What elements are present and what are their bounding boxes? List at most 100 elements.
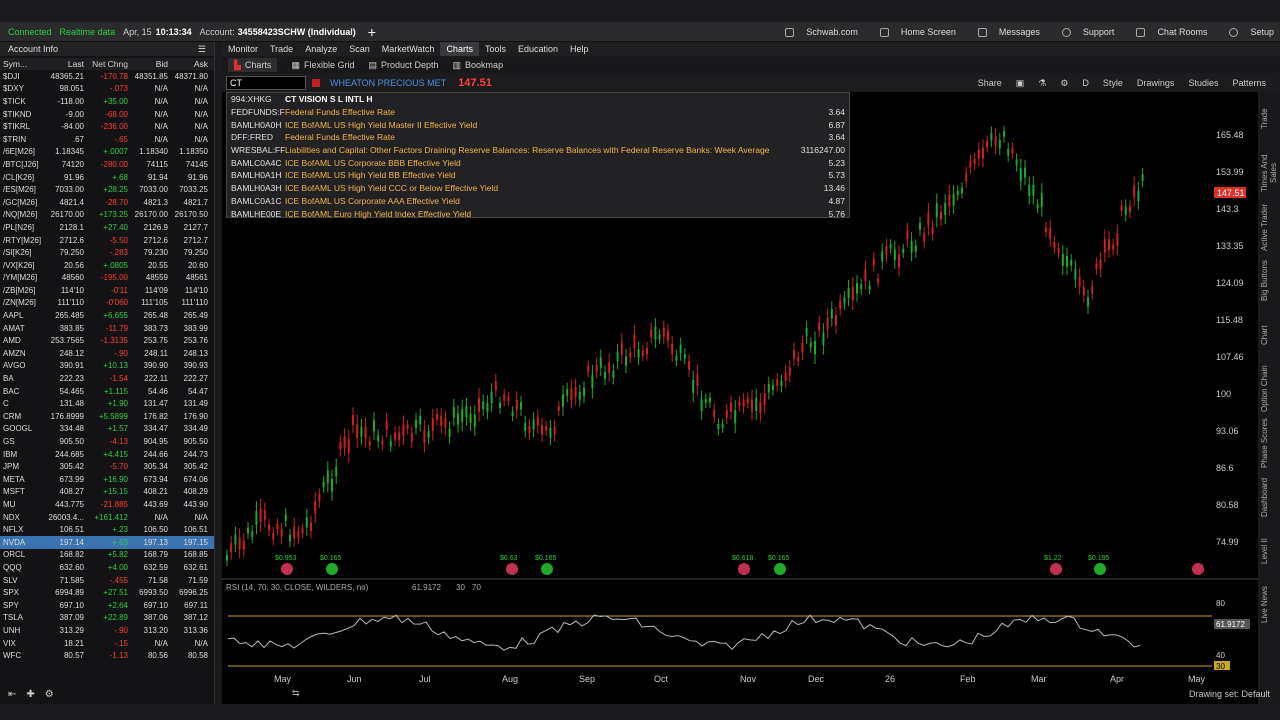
watchlist-row[interactable]: /PL[N26] 2128.1 +27.40 2126.9 2127.7 bbox=[0, 221, 214, 234]
menu-monitor[interactable]: Monitor bbox=[222, 42, 264, 56]
watchlist-row[interactable]: /VX[K26] 20.56 +.0805 20.55 20.60 bbox=[0, 259, 214, 272]
watchlist-row[interactable]: AMD 253.7565 -1.3135 253.75 253.76 bbox=[0, 334, 214, 347]
link-icon[interactable] bbox=[312, 79, 320, 87]
share-button[interactable]: Share bbox=[978, 78, 1002, 88]
watchlist-row[interactable]: /CL[K26] 91.96 +.68 91.94 91.96 bbox=[0, 171, 214, 184]
suggestion-row[interactable]: BAMLH0A1H ICE BofAML US High Yield BB Eff… bbox=[227, 169, 849, 182]
home-screen-link[interactable]: Home Screen bbox=[872, 27, 956, 37]
add-gadget-icon[interactable]: ✚ bbox=[26, 689, 34, 700]
schwab-link[interactable]: Schwab.com bbox=[777, 27, 858, 37]
suggestion-row[interactable]: BAMLH0A0H ICE BofAML US High Yield Master… bbox=[227, 118, 849, 131]
add-icon[interactable]: + bbox=[368, 24, 376, 40]
suggestion-row[interactable]: DFF:FRED Federal Funds Effective Rate 3.64 bbox=[227, 131, 849, 144]
support-link[interactable]: Support bbox=[1054, 27, 1114, 37]
watchlist-row[interactable]: ORCL 168.82 +5.82 168.79 168.85 bbox=[0, 549, 214, 562]
col-last[interactable]: Last bbox=[48, 59, 84, 69]
menu-help[interactable]: Help bbox=[564, 42, 595, 56]
rail-tab[interactable]: Dashboard bbox=[1260, 470, 1269, 524]
rail-tab[interactable]: Level II bbox=[1260, 524, 1269, 578]
rail-tab[interactable]: Phase Scores bbox=[1260, 416, 1269, 470]
rail-tab[interactable]: Live News bbox=[1260, 578, 1269, 632]
messages-link[interactable]: Messages bbox=[970, 27, 1040, 37]
rail-tab[interactable]: Trade bbox=[1260, 92, 1269, 146]
watchlist-row[interactable]: SPY 697.10 +2.64 697.10 697.11 bbox=[0, 599, 214, 612]
watchlist-row[interactable]: BAC 54.465 +1.115 54.46 54.47 bbox=[0, 385, 214, 398]
watchlist-row[interactable]: $TIKRL -84.00 -236.00 N/A N/A bbox=[0, 120, 214, 133]
account-info-header[interactable]: Account Info ☰ bbox=[0, 42, 214, 56]
watchlist-row[interactable]: /6E[M26] 1.18345 +.0007 1.18340 1.18350 bbox=[0, 146, 214, 159]
watchlist-row[interactable]: MU 443.775 -21.885 443.69 443.90 bbox=[0, 498, 214, 511]
suggestion-row[interactable]: FEDFUNDS:F Federal Funds Effective Rate 3.… bbox=[227, 106, 849, 119]
watchlist-row[interactable]: /ZN[M26] 111'110 -0'060 111'105 111'110 bbox=[0, 297, 214, 310]
chart-settings-icon[interactable]: ⚙ bbox=[1060, 78, 1068, 89]
tab-charts[interactable]: ▙ Charts bbox=[228, 58, 278, 72]
watchlist-row[interactable]: SPX 6994.89 +27.51 6993.50 6996.25 bbox=[0, 586, 214, 599]
watchlist-row[interactable]: NVDA 197.14 +.63 197.13 197.15 bbox=[0, 535, 214, 549]
watchlist-row[interactable]: NDX 26003.4... +161.412 N/A N/A bbox=[0, 511, 214, 524]
col-ask[interactable]: Ask bbox=[168, 59, 208, 69]
suggestion-row[interactable]: BAMLH0A3H ICE BofAML US High Yield CCC or… bbox=[227, 182, 849, 195]
scroll-icon[interactable]: ⇆ bbox=[292, 688, 300, 699]
rail-tab[interactable]: Chart bbox=[1260, 308, 1269, 362]
watchlist-row[interactable]: /NQ[M26] 26170.00 +173.25 26170.00 26170.50 bbox=[0, 209, 214, 222]
watchlist-row[interactable]: QQQ 632.60 +4.00 632.59 632.61 bbox=[0, 561, 214, 574]
symbol-input[interactable]: CT bbox=[226, 76, 306, 90]
watchlist-row[interactable]: VIX 18.21 -.15 N/A N/A bbox=[0, 637, 214, 650]
watchlist-row[interactable]: /ES[M26] 7033.00 +28.25 7033.00 7033.25 bbox=[0, 183, 214, 196]
tab-bookmap[interactable]: ▥ Bookmap bbox=[453, 60, 504, 71]
menu-analyze[interactable]: Analyze bbox=[299, 42, 343, 56]
camera-icon[interactable]: ▣ bbox=[1016, 78, 1025, 89]
watchlist-row[interactable]: UNH 313.29 -.90 313.20 313.36 bbox=[0, 624, 214, 637]
rail-tab[interactable]: Option Chain bbox=[1260, 362, 1269, 416]
watchlist-row[interactable]: AVGO 390.91 +10.13 390.90 390.93 bbox=[0, 360, 214, 373]
watchlist-row[interactable]: $TIKND -9.00 -68.00 N/A N/A bbox=[0, 108, 214, 121]
watchlist-row[interactable]: MSFT 408.27 +15.15 408.21 408.29 bbox=[0, 486, 214, 499]
period-select[interactable]: D bbox=[1082, 78, 1089, 88]
suggestion-row[interactable]: BAMLHE00E ICE BofAML Euro High Yield Inde… bbox=[227, 207, 849, 220]
drawing-set-label[interactable]: Drawing set: Default bbox=[1189, 689, 1270, 699]
menu-tools[interactable]: Tools bbox=[479, 42, 512, 56]
rail-tab[interactable]: Times And Sales bbox=[1260, 146, 1278, 200]
account-select[interactable]: 34558423SCHW (Individual) bbox=[238, 27, 356, 37]
watchlist-row[interactable]: $DXY 98.051 -.073 N/A N/A bbox=[0, 83, 214, 96]
style-menu[interactable]: Style bbox=[1103, 78, 1123, 88]
watchlist-row[interactable]: /GC[M26] 4821.4 -28.70 4821.3 4821.7 bbox=[0, 196, 214, 209]
setup-link[interactable]: Setup bbox=[1221, 27, 1274, 37]
drawings-menu[interactable]: Drawings bbox=[1137, 78, 1175, 88]
menu-trade[interactable]: Trade bbox=[264, 42, 299, 56]
watchlist-row[interactable]: CRM 176.8999 +5.5899 176.82 176.90 bbox=[0, 410, 214, 423]
menu-education[interactable]: Education bbox=[512, 42, 564, 56]
watchlist-row[interactable]: AMZN 248.12 -.90 248.11 248.13 bbox=[0, 347, 214, 360]
watchlist-row[interactable]: $TICK -118.00 +35.00 N/A N/A bbox=[0, 95, 214, 108]
menu-charts[interactable]: Charts bbox=[440, 42, 479, 56]
watchlist-row[interactable]: WFC 80.57 -1.13 80.56 80.58 bbox=[0, 649, 214, 662]
watchlist-row[interactable]: /RTY[M26] 2712.6 -5.50 2712.6 2712.7 bbox=[0, 234, 214, 247]
watchlist-row[interactable]: AAPL 265.485 +6.655 265.48 265.49 bbox=[0, 309, 214, 322]
watchlist-row[interactable]: META 673.99 +16.90 673.94 674.06 bbox=[0, 473, 214, 486]
tab-product-depth[interactable]: ▤ Product Depth bbox=[368, 60, 438, 71]
watchlist-row[interactable]: /SI[K26] 79.250 -.283 79.230 79.250 bbox=[0, 246, 214, 259]
watchlist-row[interactable]: C 131.48 +1.90 131.47 131.49 bbox=[0, 397, 214, 410]
watchlist-row[interactable]: GS 905.50 -4.13 904.95 905.50 bbox=[0, 435, 214, 448]
suggestion-row[interactable]: BAMLC0A1C ICE BofAML US Corporate AAA Eff… bbox=[227, 195, 849, 208]
gear-icon[interactable]: ⚙ bbox=[45, 689, 54, 700]
watchlist-row[interactable]: JPM 305.42 -5.70 305.34 305.42 bbox=[0, 460, 214, 473]
watchlist-row[interactable]: TSLA 387.09 +22.89 387.06 387.12 bbox=[0, 612, 214, 625]
tab-flexible-grid[interactable]: ▦ Flexible Grid bbox=[291, 60, 354, 71]
watchlist-row[interactable]: /YM[M26] 48560 -195.00 48559 48561 bbox=[0, 272, 214, 285]
collapse-icon[interactable]: ⇤ bbox=[8, 689, 16, 700]
chat-rooms-link[interactable]: Chat Rooms bbox=[1128, 27, 1207, 37]
col-bid[interactable]: Bid bbox=[128, 59, 168, 69]
watchlist-row[interactable]: SLV 71.585 -.455 71.58 71.59 bbox=[0, 574, 214, 587]
watchlist-row[interactable]: NFLX 106.51 +.23 106.50 106.51 bbox=[0, 523, 214, 536]
watchlist-row[interactable]: $DJI 48365.21 -170.78 48351.85 48371.80 bbox=[0, 70, 214, 83]
studies-menu[interactable]: Studies bbox=[1188, 78, 1218, 88]
watchlist-row[interactable]: IBM 244.685 +4.415 244.66 244.73 bbox=[0, 448, 214, 461]
suggestion-row[interactable]: BAMLC0A4C ICE BofAML US Corporate BBB Eff… bbox=[227, 156, 849, 169]
watchlist-row[interactable]: BA 222.23 -1.54 222.11 222.27 bbox=[0, 372, 214, 385]
watchlist-row[interactable]: $TRIN .67 -.65 N/A N/A bbox=[0, 133, 214, 146]
watchlist-row[interactable]: /BTC[J26] 74120 -280.00 74115 74145 bbox=[0, 158, 214, 171]
watchlist-row[interactable]: AMAT 383.85 -11.79 383.73 383.99 bbox=[0, 322, 214, 335]
menu-marketwatch[interactable]: MarketWatch bbox=[376, 42, 441, 56]
col-net-change[interactable]: Net Chng bbox=[84, 59, 128, 69]
